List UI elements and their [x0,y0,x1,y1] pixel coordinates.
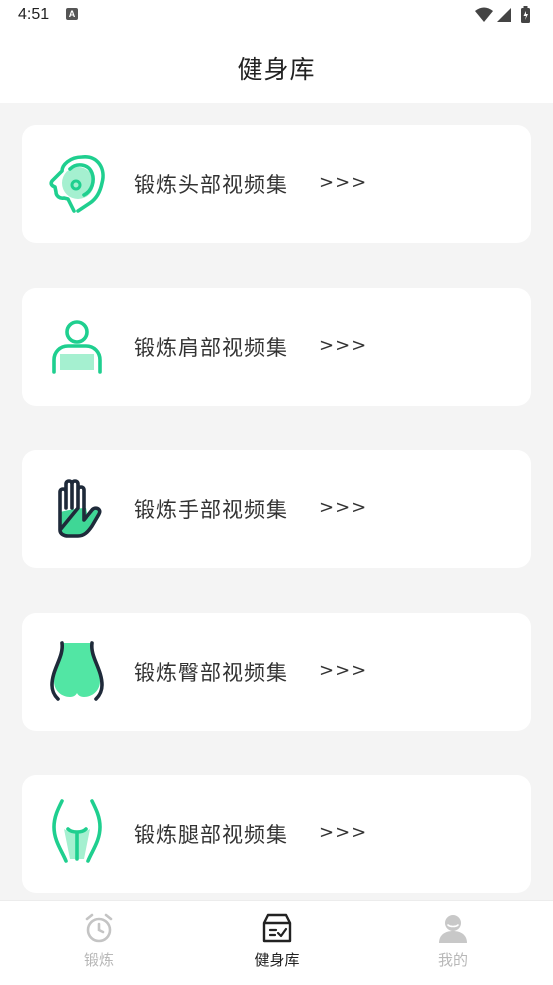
wifi-icon [475,7,493,22]
status-icons [475,6,530,23]
card-label: 锻炼臀部视频集 [134,661,288,685]
hand-icon [40,472,114,546]
hip-icon [40,635,114,709]
arrow-indicator: >>> [319,497,368,518]
status-bar: 4:51 A [0,0,553,32]
nav-tab-library[interactable]: 健身库 [217,911,337,979]
arrow-indicator: >>> [319,822,368,843]
notification-badge: A [66,8,78,20]
bottom-nav: 锻炼 健身库 我的 [0,900,553,985]
leg-icon [40,797,114,871]
alarm-clock-icon [85,913,113,943]
card-head-videos[interactable]: 锻炼头部视频集 >>> [22,125,531,243]
title-bar: 健身库 [0,32,553,103]
head-icon [40,147,114,221]
shoulder-icon [40,310,114,384]
card-label: 锻炼手部视频集 [134,498,288,522]
nav-tab-workout[interactable]: 锻炼 [39,911,159,979]
card-shoulder-videos[interactable]: 锻炼肩部视频集 >>> [22,288,531,406]
arrow-indicator: >>> [319,335,368,356]
library-box-icon [262,913,292,943]
nav-label: 健身库 [254,951,300,969]
card-hip-videos[interactable]: 锻炼臀部视频集 >>> [22,613,531,731]
nav-label: 我的 [437,951,468,969]
arrow-indicator: >>> [319,172,368,193]
battery-icon [521,6,530,23]
card-hand-videos[interactable]: 锻炼手部视频集 >>> [22,450,531,568]
signal-icon [497,8,511,22]
nav-label: 锻炼 [83,951,114,969]
card-leg-videos[interactable]: 锻炼腿部视频集 >>> [22,775,531,893]
nav-tab-profile[interactable]: 我的 [393,911,513,979]
status-time: 4:51 [18,6,50,23]
card-label: 锻炼腿部视频集 [134,823,288,847]
arrow-indicator: >>> [319,660,368,681]
page-title: 健身库 [237,55,316,84]
card-label: 锻炼肩部视频集 [134,336,288,360]
user-icon [439,915,467,943]
card-label: 锻炼头部视频集 [134,173,288,197]
